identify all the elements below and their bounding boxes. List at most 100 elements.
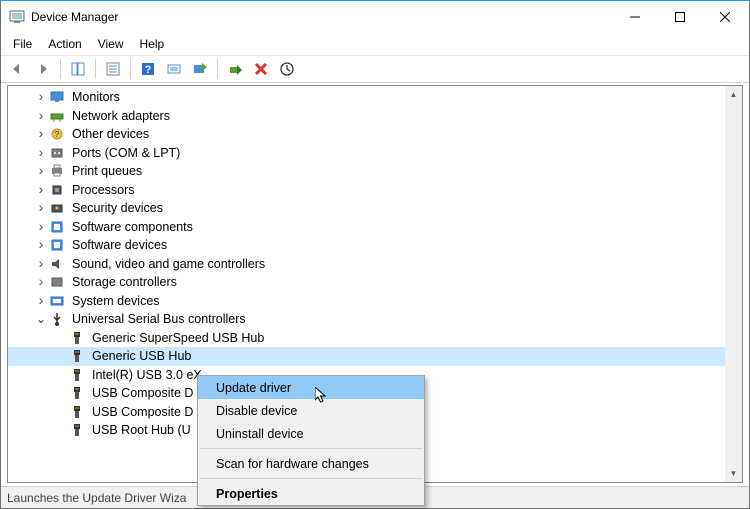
tree-item[interactable]: Print queues bbox=[8, 162, 742, 181]
expander-icon[interactable] bbox=[34, 238, 48, 252]
expander-icon[interactable] bbox=[34, 312, 48, 326]
storage-icon bbox=[49, 274, 65, 290]
usb-plug-icon bbox=[69, 385, 85, 401]
tree-item[interactable]: Generic SuperSpeed USB Hub bbox=[8, 329, 742, 348]
tree-item-label: Other devices bbox=[70, 125, 151, 144]
tree-item-label: Sound, video and game controllers bbox=[70, 255, 267, 274]
enable-device-button[interactable] bbox=[223, 57, 247, 81]
tree-item-label: USB Root Hub (U bbox=[90, 421, 193, 440]
maximize-button[interactable] bbox=[657, 2, 702, 32]
cursor-icon bbox=[315, 387, 329, 410]
network-icon bbox=[49, 108, 65, 124]
toolbar-separator bbox=[130, 59, 131, 79]
tree-item[interactable]: Software devices bbox=[8, 236, 742, 255]
expander-icon[interactable] bbox=[54, 349, 68, 363]
usb-plug-icon bbox=[69, 330, 85, 346]
usb-plug-icon bbox=[69, 404, 85, 420]
tree-item[interactable]: Universal Serial Bus controllers bbox=[8, 310, 742, 329]
usb-icon bbox=[49, 311, 65, 327]
toolbar: ? bbox=[1, 55, 749, 83]
refresh-button[interactable] bbox=[275, 57, 299, 81]
menu-help[interactable]: Help bbox=[132, 35, 173, 53]
tree-item[interactable]: System devices bbox=[8, 292, 742, 311]
usb-plug-icon bbox=[69, 348, 85, 364]
software-icon bbox=[49, 237, 65, 253]
properties-button[interactable] bbox=[101, 57, 125, 81]
expander-icon[interactable] bbox=[34, 220, 48, 234]
tree-item[interactable]: Network adapters bbox=[8, 107, 742, 126]
port-icon bbox=[49, 145, 65, 161]
toolbar-separator bbox=[95, 59, 96, 79]
expander-icon[interactable] bbox=[34, 183, 48, 197]
tree-item[interactable]: Processors bbox=[8, 181, 742, 200]
other-icon: ? bbox=[49, 126, 65, 142]
expander-icon[interactable] bbox=[54, 386, 68, 400]
statusbar-text: Launches the Update Driver Wiza bbox=[7, 491, 186, 505]
expander-icon[interactable] bbox=[34, 127, 48, 141]
tree-item-label: Generic SuperSpeed USB Hub bbox=[90, 329, 266, 348]
update-driver-button[interactable] bbox=[188, 57, 212, 81]
minimize-button[interactable] bbox=[612, 2, 657, 32]
tree-item-label: Ports (COM & LPT) bbox=[70, 144, 182, 163]
tree-item[interactable]: ? Other devices bbox=[8, 125, 742, 144]
toolbar-separator bbox=[60, 59, 61, 79]
svg-text:?: ? bbox=[145, 64, 152, 76]
tree-item[interactable]: Ports (COM & LPT) bbox=[8, 144, 742, 163]
tree-item-label: Software components bbox=[70, 218, 195, 237]
uninstall-device-button[interactable] bbox=[249, 57, 273, 81]
forward-button[interactable] bbox=[31, 57, 55, 81]
menu-action[interactable]: Action bbox=[40, 35, 89, 53]
expander-icon[interactable] bbox=[34, 257, 48, 271]
menubar: File Action View Help bbox=[1, 33, 749, 55]
usb-plug-icon bbox=[69, 367, 85, 383]
context-properties[interactable]: Properties bbox=[198, 482, 424, 505]
help-button[interactable]: ? bbox=[136, 57, 160, 81]
scan-hardware-button[interactable] bbox=[162, 57, 186, 81]
tree-item[interactable]: Generic USB Hub bbox=[8, 347, 742, 366]
expander-icon[interactable] bbox=[54, 405, 68, 419]
system-icon bbox=[49, 293, 65, 309]
tree-item[interactable]: Monitors bbox=[8, 88, 742, 107]
expander-icon[interactable] bbox=[34, 201, 48, 215]
scrollbar[interactable]: ▲ ▼ bbox=[725, 86, 742, 482]
expander-icon[interactable] bbox=[34, 294, 48, 308]
menu-file[interactable]: File bbox=[5, 35, 40, 53]
expander-icon[interactable] bbox=[34, 146, 48, 160]
tree-item-label: Processors bbox=[70, 181, 137, 200]
expander-icon[interactable] bbox=[34, 275, 48, 289]
tree-item[interactable]: Storage controllers bbox=[8, 273, 742, 292]
expander-icon[interactable] bbox=[34, 90, 48, 104]
cpu-icon bbox=[49, 182, 65, 198]
toolbar-separator bbox=[217, 59, 218, 79]
show-hide-button[interactable] bbox=[66, 57, 90, 81]
security-icon bbox=[49, 200, 65, 216]
context-uninstall-device[interactable]: Uninstall device bbox=[198, 422, 424, 445]
menu-view[interactable]: View bbox=[90, 35, 132, 53]
tree-item-label: Security devices bbox=[70, 199, 165, 218]
sound-icon bbox=[49, 256, 65, 272]
expander-icon[interactable] bbox=[34, 109, 48, 123]
expander-icon[interactable] bbox=[54, 331, 68, 345]
close-button[interactable] bbox=[702, 2, 747, 32]
context-separator bbox=[200, 448, 422, 449]
expander-icon[interactable] bbox=[54, 423, 68, 437]
usb-plug-icon bbox=[69, 422, 85, 438]
scroll-up-button[interactable]: ▲ bbox=[725, 86, 742, 103]
context-disable-device[interactable]: Disable device bbox=[198, 399, 424, 422]
expander-icon[interactable] bbox=[34, 164, 48, 178]
tree-item-label: Monitors bbox=[70, 88, 122, 107]
context-scan-hardware[interactable]: Scan for hardware changes bbox=[198, 452, 424, 475]
expander-icon[interactable] bbox=[54, 368, 68, 382]
tree-item[interactable]: Security devices bbox=[8, 199, 742, 218]
window-title: Device Manager bbox=[31, 10, 612, 24]
tree-item-label: Universal Serial Bus controllers bbox=[70, 310, 248, 329]
tree-item[interactable]: Software components bbox=[8, 218, 742, 237]
svg-text:?: ? bbox=[55, 130, 60, 139]
back-button[interactable] bbox=[5, 57, 29, 81]
tree-item-label: USB Composite D bbox=[90, 384, 195, 403]
scroll-down-button[interactable]: ▼ bbox=[725, 465, 742, 482]
tree-item-label: Print queues bbox=[70, 162, 144, 181]
tree-item-label: Software devices bbox=[70, 236, 169, 255]
tree-item[interactable]: Sound, video and game controllers bbox=[8, 255, 742, 274]
context-update-driver[interactable]: Update driver bbox=[198, 376, 424, 399]
